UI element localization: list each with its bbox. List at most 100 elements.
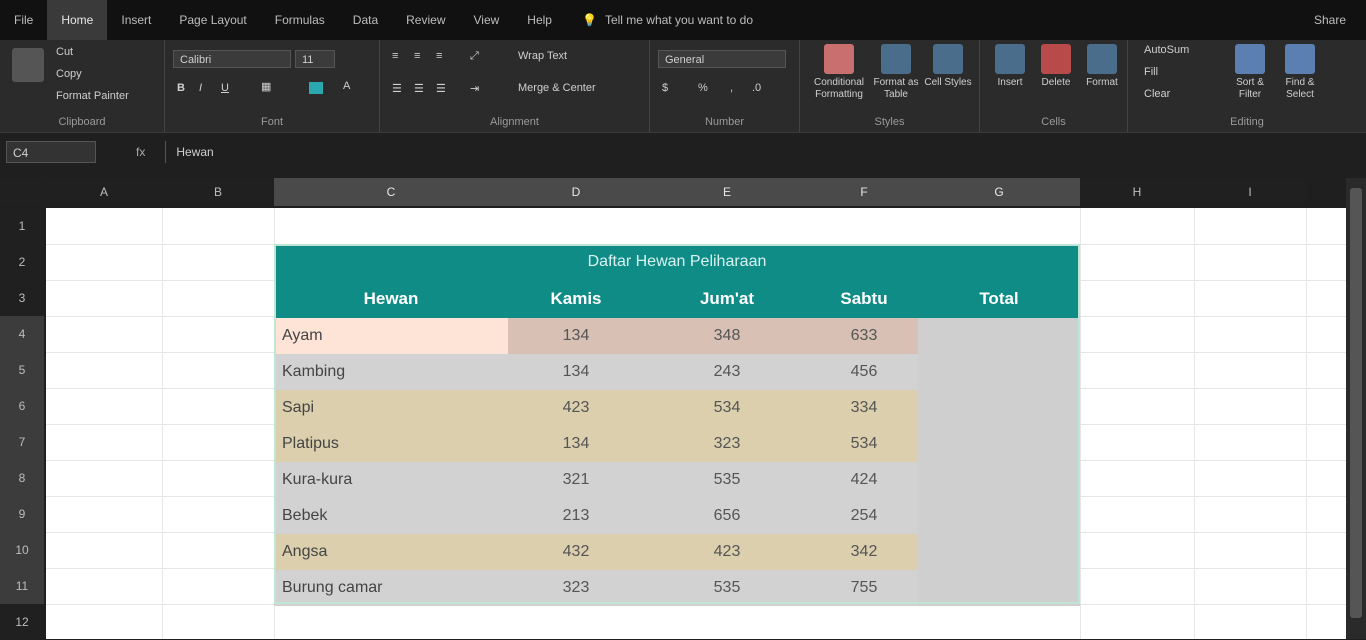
table-cell-kamis[interactable]: 134	[508, 318, 644, 354]
menu-page-layout[interactable]: Page Layout	[165, 0, 260, 40]
indent-icon[interactable]: ⇥	[470, 82, 479, 95]
sort-filter-button[interactable]: Sort & Filter	[1226, 44, 1274, 101]
table-cell-sabtu[interactable]: 456	[810, 354, 918, 390]
share-button[interactable]: Share	[1314, 13, 1346, 27]
format-cells-button[interactable]: Format	[1078, 44, 1126, 89]
tell-me-box[interactable]: 💡 Tell me what you want to do	[582, 13, 753, 27]
decimal-icon[interactable]: .0	[752, 82, 761, 94]
table-cell-total[interactable]	[918, 534, 1080, 570]
fill-button[interactable]: Fill	[1144, 66, 1158, 78]
table-cell-name[interactable]: Burung camar	[274, 570, 508, 606]
menu-home[interactable]: Home	[47, 0, 108, 40]
align-center-icon[interactable]: ☰	[414, 82, 424, 95]
row-header-9[interactable]: 9	[0, 496, 44, 532]
header-kamis[interactable]: Kamis	[508, 280, 644, 318]
column-header-e[interactable]: E	[644, 178, 810, 206]
table-cell-jumat[interactable]: 535	[644, 462, 810, 498]
clear-button[interactable]: Clear	[1144, 88, 1170, 100]
align-middle-icon[interactable]: ≡	[414, 50, 420, 62]
table-title[interactable]: Daftar Hewan Peliharaan	[274, 244, 1080, 280]
table-cell-sabtu[interactable]: 424	[810, 462, 918, 498]
menu-help[interactable]: Help	[513, 0, 566, 40]
align-bottom-icon[interactable]: ≡	[436, 50, 442, 62]
table-cell-jumat[interactable]: 535	[644, 570, 810, 606]
column-header-i[interactable]: I	[1194, 178, 1306, 206]
header-sabtu[interactable]: Sabtu	[810, 280, 918, 318]
column-header-h[interactable]: H	[1080, 178, 1194, 206]
row-header-1[interactable]: 1	[0, 208, 44, 244]
row-header-2[interactable]: 2	[0, 244, 44, 280]
table-cell-kamis[interactable]: 323	[508, 570, 644, 606]
font-size-select[interactable]: 11	[295, 50, 335, 68]
name-box[interactable]: C4	[6, 141, 96, 163]
font-name-select[interactable]: Calibri	[173, 50, 291, 68]
percent-icon[interactable]: %	[698, 82, 708, 94]
menu-formulas[interactable]: Formulas	[261, 0, 339, 40]
table-cell-total[interactable]	[918, 354, 1080, 390]
table-cell-sabtu[interactable]: 755	[810, 570, 918, 606]
menu-data[interactable]: Data	[339, 0, 392, 40]
row-header-4[interactable]: 4	[0, 316, 44, 352]
column-header-d[interactable]: D	[508, 178, 644, 206]
table-cell-total[interactable]	[918, 570, 1080, 606]
align-top-icon[interactable]: ≡	[392, 50, 398, 62]
table-cell-jumat[interactable]: 534	[644, 390, 810, 426]
table-cell-kamis[interactable]: 423	[508, 390, 644, 426]
column-header-g[interactable]: G	[918, 178, 1080, 206]
table-cell-name[interactable]: Ayam	[274, 318, 508, 354]
header-total[interactable]: Total	[918, 280, 1080, 318]
row-header-7[interactable]: 7	[0, 424, 44, 460]
row-header-8[interactable]: 8	[0, 460, 44, 496]
currency-icon[interactable]: $	[662, 82, 668, 94]
paste-icon[interactable]	[12, 48, 44, 82]
scrollbar-thumb[interactable]	[1350, 188, 1362, 618]
menu-view[interactable]: View	[460, 0, 514, 40]
header-hewan[interactable]: Hewan	[274, 280, 508, 318]
select-all-corner[interactable]	[0, 178, 44, 206]
autosum-button[interactable]: AutoSum	[1144, 44, 1189, 56]
header-jumat[interactable]: Jum'at	[644, 280, 810, 318]
formula-input[interactable]: Hewan	[165, 141, 1352, 163]
table-cell-total[interactable]	[918, 318, 1080, 354]
row-header-3[interactable]: 3	[0, 280, 44, 316]
table-cell-kamis[interactable]: 321	[508, 462, 644, 498]
conditional-formatting-button[interactable]: Conditional Formatting	[810, 44, 868, 101]
bold-button[interactable]: B	[177, 82, 185, 94]
table-cell-sabtu[interactable]: 534	[810, 426, 918, 462]
table-cell-name[interactable]: Bebek	[274, 498, 508, 534]
table-cell-jumat[interactable]: 243	[644, 354, 810, 390]
delete-cells-button[interactable]: Delete	[1032, 44, 1080, 89]
table-cell-kamis[interactable]: 134	[508, 354, 644, 390]
row-header-11[interactable]: 11	[0, 568, 44, 604]
table-cell-kamis[interactable]: 213	[508, 498, 644, 534]
menu-file[interactable]: File	[0, 0, 47, 40]
column-header-b[interactable]: B	[162, 178, 274, 206]
table-cell-jumat[interactable]: 323	[644, 426, 810, 462]
menu-insert[interactable]: Insert	[107, 0, 165, 40]
row-header-12[interactable]: 12	[0, 604, 44, 640]
table-cell-kamis[interactable]: 432	[508, 534, 644, 570]
number-format-select[interactable]: General	[658, 50, 786, 68]
table-cell-sabtu[interactable]: 633	[810, 318, 918, 354]
table-cell-total[interactable]	[918, 390, 1080, 426]
italic-button[interactable]: I	[199, 82, 202, 94]
align-left-icon[interactable]: ☰	[392, 82, 402, 95]
find-select-button[interactable]: Find & Select	[1276, 44, 1324, 101]
table-cell-name[interactable]: Sapi	[274, 390, 508, 426]
orientation-icon[interactable]: ⤢	[470, 50, 479, 63]
vertical-scrollbar[interactable]	[1346, 178, 1366, 639]
align-right-icon[interactable]: ☰	[436, 82, 446, 95]
table-cell-kamis[interactable]: 134	[508, 426, 644, 462]
table-cell-jumat[interactable]: 348	[644, 318, 810, 354]
copy-button[interactable]: Copy	[56, 68, 82, 80]
table-cell-total[interactable]	[918, 498, 1080, 534]
fx-icon[interactable]: fx	[136, 145, 145, 159]
merge-center-button[interactable]: Merge & Center	[518, 82, 596, 94]
format-painter-button[interactable]: Format Painter	[56, 90, 129, 102]
underline-button[interactable]: U	[221, 82, 229, 94]
column-header-f[interactable]: F	[810, 178, 918, 206]
table-cell-sabtu[interactable]: 254	[810, 498, 918, 534]
fill-color-icon[interactable]	[309, 82, 323, 94]
menu-review[interactable]: Review	[392, 0, 459, 40]
column-header-a[interactable]: A	[46, 178, 162, 206]
